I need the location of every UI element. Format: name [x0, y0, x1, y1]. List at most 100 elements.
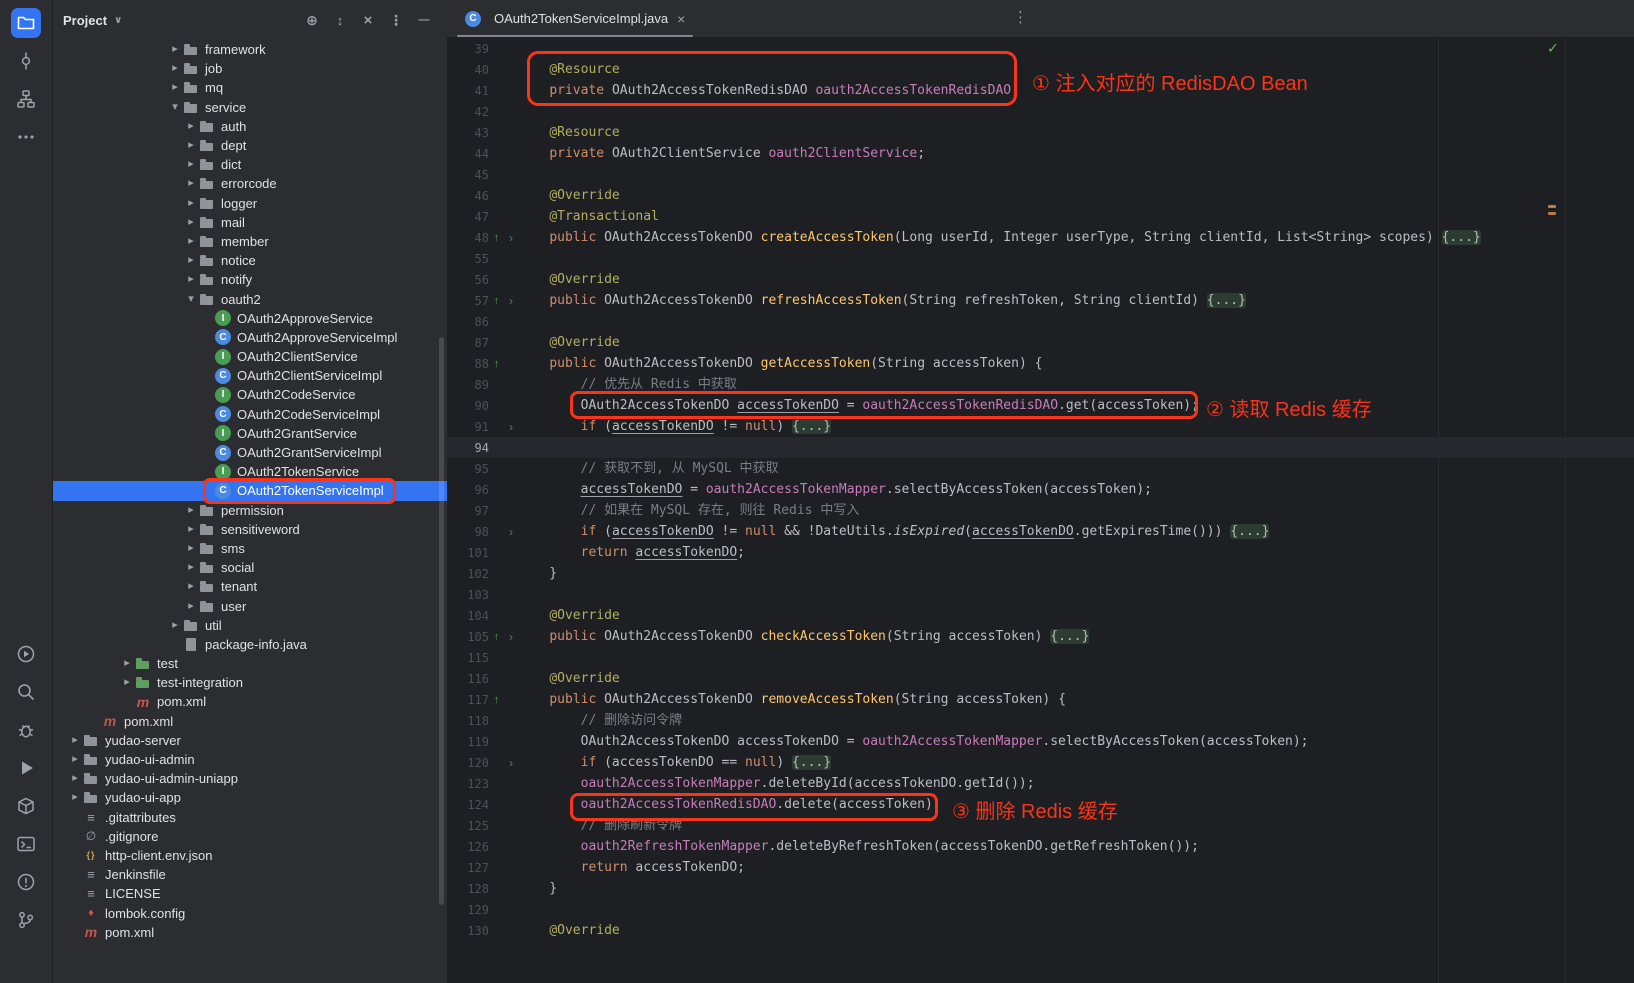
code-text[interactable]: return accessTokenDO;	[518, 857, 1634, 878]
code-line-96[interactable]: 96 accessTokenDO = oauth2AccessTokenMapp…	[447, 479, 1634, 500]
tree-item-service[interactable]: service	[53, 98, 447, 117]
code-text[interactable]: @Override	[518, 332, 1634, 353]
chevron-right-icon[interactable]	[183, 505, 199, 516]
tree-item-dict[interactable]: dict	[53, 155, 447, 174]
line-number[interactable]: 117	[447, 693, 489, 707]
tree-scrollbar[interactable]	[439, 337, 444, 905]
tree-item-sensitiveword[interactable]: sensitiveword	[53, 520, 447, 539]
structure-icon[interactable]	[11, 84, 41, 114]
tree-item-http-client-env-json[interactable]: http-client.env.json	[53, 846, 447, 865]
line-number[interactable]: 128	[447, 882, 489, 896]
line-number[interactable]: 42	[447, 105, 489, 119]
line-number[interactable]: 116	[447, 672, 489, 686]
code-line-45[interactable]: 45	[447, 164, 1634, 185]
code-text[interactable]: oauth2AccessTokenRedisDAO.delete(accessT…	[518, 794, 1634, 815]
chevron-right-icon[interactable]	[67, 735, 83, 746]
code-line-115[interactable]: 115	[447, 647, 1634, 668]
code-line-90[interactable]: 90 OAuth2AccessTokenDO accessTokenDO = o…	[447, 395, 1634, 416]
tree-item-oauth2clientserviceimpl[interactable]: OAuth2ClientServiceImpl	[53, 366, 447, 385]
editor-tab[interactable]: OAuth2TokenServiceImpl.java	[455, 0, 695, 37]
code-line-57[interactable]: 57 public OAuth2AccessTokenDO refreshAcc…	[447, 290, 1634, 311]
tree-item-dept[interactable]: dept	[53, 136, 447, 155]
line-number[interactable]: 104	[447, 609, 489, 623]
code-line-120[interactable]: 120 if (accessTokenDO == null) {...}	[447, 752, 1634, 773]
fold-icon[interactable]	[504, 231, 518, 245]
code-line-105[interactable]: 105 public OAuth2AccessTokenDO checkAcce…	[447, 626, 1634, 647]
code-line-56[interactable]: 56 @Override	[447, 269, 1634, 290]
build-icon[interactable]	[11, 791, 41, 821]
line-number[interactable]: 56	[447, 273, 489, 287]
tree-item-sms[interactable]: sms	[53, 539, 447, 558]
override-icon[interactable]	[489, 232, 504, 244]
line-number[interactable]: 127	[447, 861, 489, 875]
line-number[interactable]: 95	[447, 462, 489, 476]
chevron-right-icon[interactable]	[167, 620, 183, 631]
line-number[interactable]: 124	[447, 798, 489, 812]
line-number[interactable]: 86	[447, 315, 489, 329]
code-text[interactable]: public OAuth2AccessTokenDO getAccessToke…	[518, 353, 1634, 374]
chevron-right-icon[interactable]	[183, 601, 199, 612]
code-line-86[interactable]: 86	[447, 311, 1634, 332]
line-number[interactable]: 91	[447, 420, 489, 434]
line-number[interactable]: 120	[447, 756, 489, 770]
code-text[interactable]: private OAuth2ClientService oauth2Client…	[518, 143, 1634, 164]
code-text[interactable]: oauth2AccessTokenMapper.deleteById(acces…	[518, 773, 1634, 794]
scrollbar-warning-mark[interactable]	[1548, 212, 1556, 215]
code-line-116[interactable]: 116 @Override	[447, 668, 1634, 689]
chevron-down-icon[interactable]	[183, 294, 199, 305]
tree-item-mail[interactable]: mail	[53, 213, 447, 232]
editor-options-icon[interactable]	[1013, 8, 1028, 26]
tree-item-auth[interactable]: auth	[53, 117, 447, 136]
line-number[interactable]: 105	[447, 630, 489, 644]
fold-icon[interactable]	[504, 420, 518, 434]
code-line-123[interactable]: 123 oauth2AccessTokenMapper.deleteById(a…	[447, 773, 1634, 794]
tree-item-yudao-ui-admin-uniapp[interactable]: yudao-ui-admin-uniapp	[53, 769, 447, 788]
code-text[interactable]: OAuth2AccessTokenDO accessTokenDO = oaut…	[518, 731, 1634, 752]
select-opened-file-icon[interactable]	[303, 11, 321, 29]
chevron-right-icon[interactable]	[183, 524, 199, 535]
tree-item-yudao-ui-admin[interactable]: yudao-ui-admin	[53, 750, 447, 769]
code-text[interactable]: oauth2RefreshTokenMapper.deleteByRefresh…	[518, 836, 1634, 857]
code-line-41[interactable]: 41 private OAuth2AccessTokenRedisDAO oau…	[447, 80, 1634, 101]
override-icon[interactable]	[489, 358, 504, 370]
fold-icon[interactable]	[504, 294, 518, 308]
tree-item-license[interactable]: LICENSE	[53, 884, 447, 903]
tree-item-user[interactable]: user	[53, 596, 447, 615]
tree-item-oauth2approveserviceimpl[interactable]: OAuth2ApproveServiceImpl	[53, 328, 447, 347]
tree-item-oauth2codeserviceimpl[interactable]: OAuth2CodeServiceImpl	[53, 405, 447, 424]
scrollbar-warning-mark[interactable]	[1548, 205, 1556, 208]
more-icon[interactable]	[11, 122, 41, 152]
tree-item-oauth2tokenservice[interactable]: OAuth2TokenService	[53, 462, 447, 481]
code-text[interactable]: // 删除访问令牌	[518, 710, 1634, 731]
tree-item-errorcode[interactable]: errorcode	[53, 174, 447, 193]
code-line-98[interactable]: 98 if (accessTokenDO != null && !DateUti…	[447, 521, 1634, 542]
more-options-icon[interactable]	[387, 11, 405, 29]
chevron-down-icon[interactable]	[167, 102, 183, 113]
code-line-118[interactable]: 118 // 删除访问令牌	[447, 710, 1634, 731]
line-number[interactable]: 46	[447, 189, 489, 203]
line-number[interactable]: 48	[447, 231, 489, 245]
line-number[interactable]: 47	[447, 210, 489, 224]
tree-item-notify[interactable]: notify	[53, 270, 447, 289]
line-number[interactable]: 90	[447, 399, 489, 413]
tree-item-permission[interactable]: permission	[53, 501, 447, 520]
line-number[interactable]: 39	[447, 42, 489, 56]
line-number[interactable]: 94	[447, 441, 489, 455]
chevron-right-icon[interactable]	[67, 792, 83, 803]
code-text[interactable]: @Resource	[518, 122, 1634, 143]
code-line-104[interactable]: 104 @Override	[447, 605, 1634, 626]
code-line-125[interactable]: 125 // 删除刷新令牌	[447, 815, 1634, 836]
code-text[interactable]: }	[518, 878, 1634, 899]
line-number[interactable]: 125	[447, 819, 489, 833]
code-line-101[interactable]: 101 return accessTokenDO;	[447, 542, 1634, 563]
line-number[interactable]: 43	[447, 126, 489, 140]
code-text[interactable]: if (accessTokenDO != null && !DateUtils.…	[518, 521, 1634, 542]
code-text[interactable]: private OAuth2AccessTokenRedisDAO oauth2…	[518, 80, 1634, 101]
fold-icon[interactable]	[504, 756, 518, 770]
code-text[interactable]: }	[518, 563, 1634, 584]
code-line-88[interactable]: 88 public OAuth2AccessTokenDO getAccessT…	[447, 353, 1634, 374]
tree-item-framework[interactable]: framework	[53, 40, 447, 59]
chevron-right-icon[interactable]	[67, 754, 83, 765]
search-icon[interactable]	[11, 677, 41, 707]
fold-icon[interactable]	[504, 630, 518, 644]
